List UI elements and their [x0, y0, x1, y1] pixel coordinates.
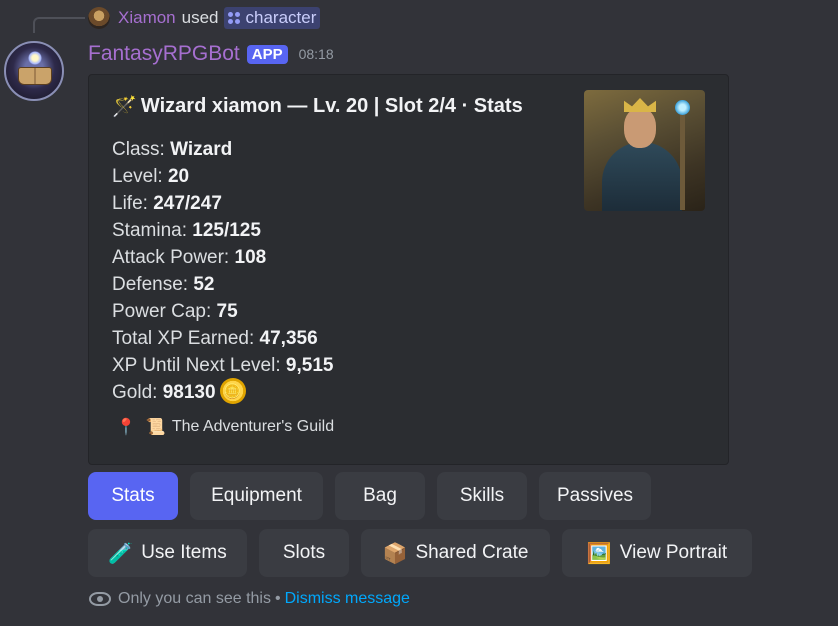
equipment-button[interactable]: Equipment [190, 472, 323, 520]
passives-button[interactable]: Passives [539, 472, 651, 520]
ephemeral-notice: Only you can see this • Dismiss message [89, 590, 410, 608]
stat-xp-next-level: XP Until Next Level: 9,515 [112, 355, 334, 376]
embed-title-text: Wizard xiamon — Lv. 20 | Slot 2/4 · Stat… [140, 95, 523, 117]
stat-stamina: Stamina: 125/125 [112, 220, 261, 241]
stat-life: Life: 247/247 [112, 193, 222, 214]
equipment-button-label: Equipment [211, 485, 302, 506]
stats-list: Class: Wizard Level: 20 Life: 247/247 St… [112, 136, 333, 406]
picture-icon: 🖼️ [586, 542, 612, 565]
shared-crate-button-label: Shared Crate [415, 542, 529, 563]
skills-button[interactable]: Skills [437, 472, 527, 520]
magic-wand-icon: 🪄 [112, 96, 137, 118]
shared-crate-button[interactable]: 📦 Shared Crate [361, 529, 550, 577]
gold-coin-icon: 🪙 [219, 377, 246, 404]
bot-avatar[interactable] [4, 41, 64, 101]
slots-button-label: Slots [282, 542, 326, 563]
command-name: character [245, 8, 317, 27]
ephemeral-separator: • [274, 590, 281, 607]
avatar-book-icon [18, 67, 52, 85]
bag-button[interactable]: Bag [335, 472, 425, 520]
reply-used-text: used [181, 8, 219, 27]
character-embed: 🪄 Wizard xiamon — Lv. 20 | Slot 2/4 · St… [88, 74, 729, 465]
skills-button-label: Skills [459, 485, 505, 506]
stats-button[interactable]: Stats [88, 472, 178, 520]
crate-icon: 📦 [382, 542, 408, 565]
timestamp[interactable]: 08:18 [299, 46, 334, 62]
app-badge: APP [246, 44, 288, 64]
ephemeral-text: Only you can see this [118, 590, 271, 607]
use-items-button[interactable]: 🧪 Use Items [88, 529, 247, 577]
user-avatar-mini[interactable] [88, 7, 110, 29]
stat-defense: Defense: 52 [112, 274, 215, 295]
stats-button-label: Stats [111, 485, 155, 506]
stat-attack-power: Attack Power: 108 [112, 247, 267, 268]
potion-icon: 🧪 [108, 542, 134, 565]
stat-power-cap: Power Cap: 75 [112, 301, 238, 322]
view-portrait-button[interactable]: 🖼️ View Portrait [562, 529, 752, 577]
reply-username[interactable]: Xiamon [118, 8, 176, 28]
bag-button-label: Bag [363, 485, 397, 506]
use-items-button-label: Use Items [141, 542, 227, 563]
app-command-icon [227, 12, 240, 24]
pin-icon: 📍 [116, 419, 136, 436]
stat-class: Class: Wizard [112, 139, 233, 160]
reply-reference[interactable]: Xiamon used character [88, 6, 321, 30]
dismiss-message-link[interactable]: Dismiss message [285, 590, 410, 608]
bot-name[interactable]: FantasyRPGBot [88, 42, 240, 66]
stat-gold: Gold: 98130 🪙 [112, 377, 333, 406]
eye-icon [89, 592, 111, 606]
avatar-glow [28, 51, 42, 65]
location-name: The Adventurer's Guild [171, 418, 335, 435]
passives-button-label: Passives [556, 485, 634, 506]
view-portrait-button-label: View Portrait [619, 542, 728, 563]
location-footer: 📍 📜 The Adventurer's Guild [116, 417, 334, 437]
stat-level: Level: 20 [112, 166, 190, 187]
message-header: FantasyRPGBot APP 08:18 [88, 42, 334, 66]
scroll-icon: 📜 [145, 419, 166, 436]
reply-connector [33, 17, 85, 33]
wizard-portrait-thumbnail[interactable] [584, 90, 705, 211]
slash-command-chip[interactable]: character [223, 7, 321, 29]
stat-total-xp: Total XP Earned: 47,356 [112, 328, 318, 349]
embed-title: 🪄 Wizard xiamon — Lv. 20 | Slot 2/4 · St… [112, 94, 523, 119]
slots-button[interactable]: Slots [259, 529, 349, 577]
